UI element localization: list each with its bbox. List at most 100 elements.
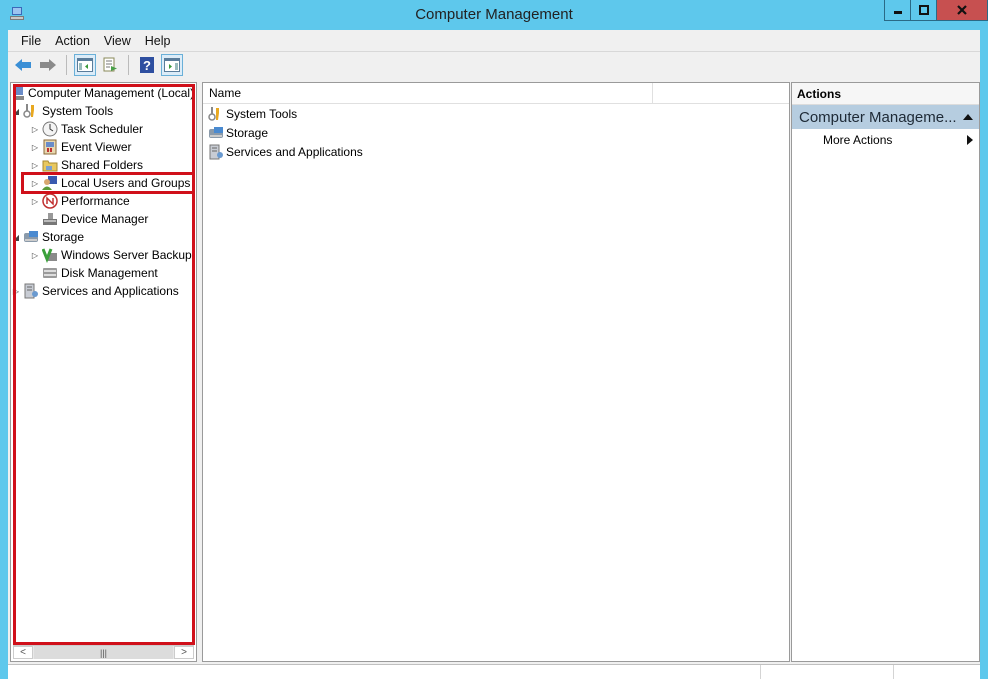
menu-action[interactable]: Action xyxy=(48,34,97,48)
export-list-button[interactable] xyxy=(99,54,121,76)
main-frame: File Action View Help ? Computer Managem… xyxy=(8,30,980,679)
tree-item-disk-management[interactable]: Disk Management xyxy=(30,264,158,282)
tree-item-label: Task Scheduler xyxy=(61,122,144,136)
users-icon xyxy=(42,176,57,190)
actions-title: Actions xyxy=(792,83,979,105)
menu-help[interactable]: Help xyxy=(138,34,178,48)
help-icon: ? xyxy=(140,57,154,73)
column-header-name[interactable]: Name xyxy=(203,83,653,104)
list-item-services-and-applications[interactable]: Services and Applications xyxy=(208,142,363,161)
expand-arrow-icon[interactable]: ▷ xyxy=(30,143,40,152)
close-icon xyxy=(957,5,967,15)
menu-file[interactable]: File xyxy=(14,34,48,48)
expand-arrow-icon[interactable]: ▷ xyxy=(30,251,40,260)
tree-item-label: Windows Server Backup xyxy=(61,248,192,262)
event-viewer-icon xyxy=(43,139,57,155)
tree-item-task-scheduler[interactable]: ▷ Task Scheduler xyxy=(30,120,143,138)
show-hide-action-pane-button[interactable] xyxy=(161,54,183,76)
toolbar: ? xyxy=(8,52,980,78)
tree-item-system-tools[interactable]: ◢ System Tools xyxy=(11,102,113,120)
more-actions-label: More Actions xyxy=(823,133,893,147)
expand-arrow-icon[interactable]: ▷ xyxy=(30,161,40,170)
scroll-right-button[interactable]: > xyxy=(174,646,194,659)
disk-icon xyxy=(43,268,57,278)
tree-item-shared-folders[interactable]: ▷ Shared Folders xyxy=(30,156,143,174)
tree-item-local-users-and-groups[interactable]: ▷ Local Users and Groups xyxy=(30,174,190,192)
maximize-icon xyxy=(918,5,929,15)
backup-icon xyxy=(42,248,57,263)
tree-item-performance[interactable]: ▷ Performance xyxy=(30,192,130,210)
horizontal-scrollbar[interactable]: < ||| > xyxy=(13,645,194,659)
performance-icon xyxy=(42,193,58,209)
close-button[interactable] xyxy=(937,0,987,20)
expand-arrow-icon[interactable]: ▷ xyxy=(30,179,40,188)
expand-arrow-icon[interactable]: ▷ xyxy=(11,287,21,296)
collapse-arrow-icon[interactable]: ◢ xyxy=(11,233,21,242)
action-pane-icon xyxy=(164,58,180,72)
device-manager-icon xyxy=(43,213,57,225)
list-item-system-tools[interactable]: System Tools xyxy=(208,104,297,123)
tools-icon xyxy=(23,104,34,118)
tree-item-label: Shared Folders xyxy=(61,158,144,172)
list-item-label: Services and Applications xyxy=(226,144,363,159)
status-separator xyxy=(893,665,894,679)
status-separator xyxy=(760,665,761,679)
tools-icon xyxy=(208,106,219,121)
list-item-label: Storage xyxy=(226,125,269,140)
toolbar-separator xyxy=(66,55,67,75)
collapse-arrow-icon[interactable]: ◢ xyxy=(11,107,21,116)
show-hide-console-tree-button[interactable] xyxy=(74,54,96,76)
console-tree-pane: Computer Management (Local) ◢ System Too… xyxy=(10,82,197,662)
help-button[interactable]: ? xyxy=(136,54,158,76)
list-item-storage[interactable]: Storage xyxy=(208,123,268,142)
actions-group-computer-management[interactable]: Computer Manageme... xyxy=(792,105,979,129)
maximize-button[interactable] xyxy=(911,0,937,20)
expand-arrow-icon[interactable]: ▷ xyxy=(30,197,40,206)
actions-group-label: Computer Manageme... xyxy=(799,108,957,126)
list-item-label: System Tools xyxy=(226,106,298,121)
title-bar: Computer Management xyxy=(0,0,988,30)
results-pane: Name System Tools Storage Services and A… xyxy=(202,82,790,662)
tree-item-windows-server-backup[interactable]: ▷ Windows Server Backup xyxy=(30,246,192,264)
tree-item-label: Local Users and Groups xyxy=(61,176,191,190)
forward-arrow-icon xyxy=(40,59,56,71)
computer-management-icon xyxy=(13,87,24,100)
window-title: Computer Management xyxy=(415,6,573,23)
shared-folder-icon xyxy=(42,160,58,172)
tree-item-label: Services and Applications xyxy=(42,284,179,298)
window-controls xyxy=(884,0,988,21)
tree-item-services-and-applications[interactable]: ▷ Services and Applications xyxy=(11,282,179,300)
tree-item-label: Storage xyxy=(42,230,85,244)
scroll-thumb[interactable]: ||| xyxy=(34,646,173,659)
tree-item-label: Performance xyxy=(61,194,130,208)
tree-item-storage[interactable]: ◢ Storage xyxy=(11,228,84,246)
svg-text:?: ? xyxy=(143,58,151,73)
tree-item-label: Disk Management xyxy=(61,266,158,280)
column-header-empty xyxy=(653,83,789,104)
services-icon xyxy=(24,283,38,299)
minimize-button[interactable] xyxy=(885,0,911,20)
collapse-up-icon[interactable] xyxy=(963,113,973,121)
tree-item-event-viewer[interactable]: ▷ Event Viewer xyxy=(30,138,131,156)
toolbar-separator xyxy=(128,55,129,75)
console-tree-icon xyxy=(77,58,93,72)
back-arrow-icon xyxy=(15,59,31,71)
tree-item-device-manager[interactable]: Device Manager xyxy=(30,210,148,228)
status-bar xyxy=(8,664,980,679)
scroll-left-button[interactable]: < xyxy=(13,646,33,659)
forward-button[interactable] xyxy=(37,54,59,76)
storage-icon xyxy=(24,231,38,242)
export-list-icon xyxy=(103,57,117,72)
tree-root-label: Computer Management (Local) xyxy=(28,86,195,100)
actions-pane: Actions Computer Manageme... More Action… xyxy=(791,82,980,662)
back-button[interactable] xyxy=(12,54,34,76)
tree-item-label: Device Manager xyxy=(61,212,149,226)
menu-view[interactable]: View xyxy=(97,34,138,48)
more-actions-item[interactable]: More Actions xyxy=(792,129,979,151)
clock-icon xyxy=(42,121,58,137)
tree-root-computer-management[interactable]: Computer Management (Local) xyxy=(11,84,194,102)
tree-item-label: Event Viewer xyxy=(61,140,132,154)
minimize-icon xyxy=(893,11,902,14)
services-icon xyxy=(209,144,223,159)
expand-arrow-icon[interactable]: ▷ xyxy=(30,125,40,134)
